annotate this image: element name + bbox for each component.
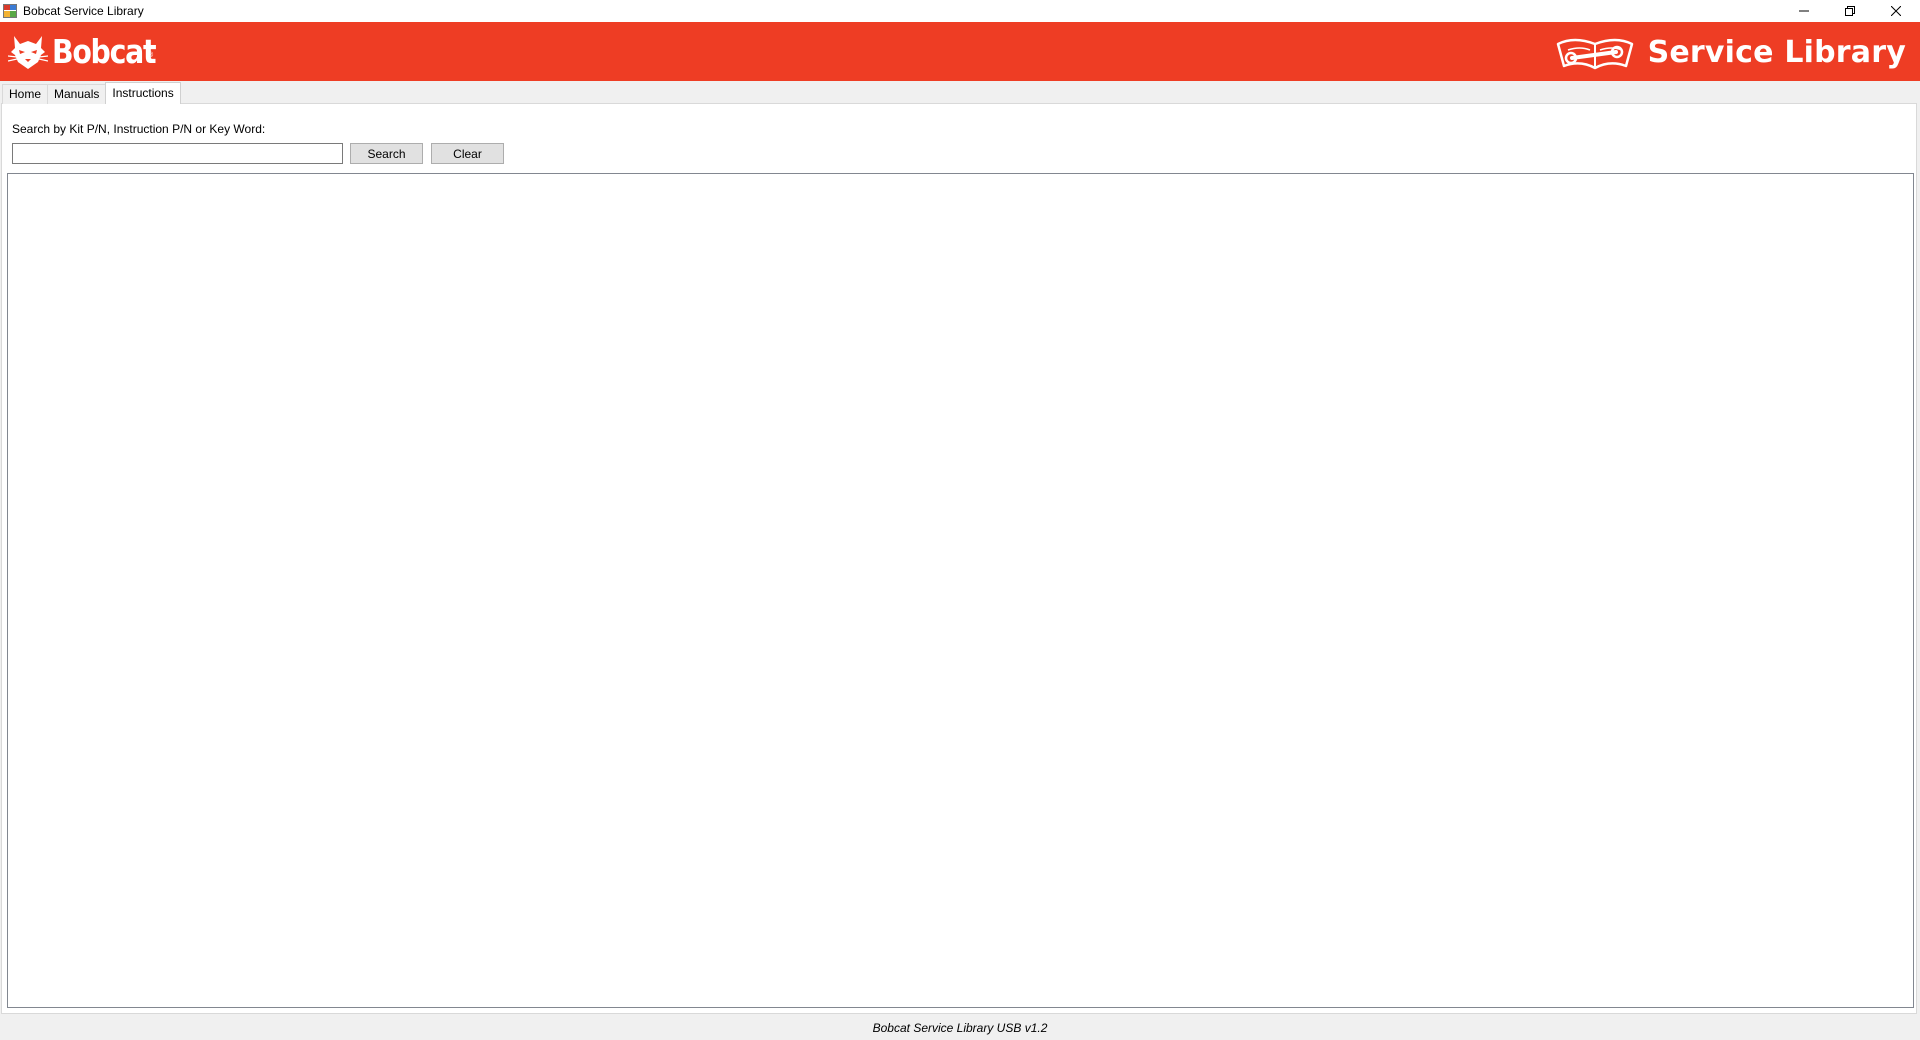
title-bar[interactable]: Bobcat Service Library bbox=[0, 0, 1920, 22]
app-icon bbox=[3, 4, 17, 18]
search-label: Search by Kit P/N, Instruction P/N or Ke… bbox=[12, 122, 266, 136]
tab-instructions[interactable]: Instructions bbox=[105, 82, 181, 104]
close-button[interactable] bbox=[1873, 0, 1919, 22]
search-button[interactable]: Search bbox=[350, 143, 423, 164]
tab-manuals[interactable]: Manuals bbox=[47, 84, 107, 104]
tab-strip: Home Manuals Instructions bbox=[2, 82, 181, 104]
bobcat-head-icon bbox=[8, 36, 48, 69]
registered-mark: ® bbox=[148, 52, 154, 59]
clear-button[interactable]: Clear bbox=[431, 143, 504, 164]
status-bar: Bobcat Service Library USB v1.2 bbox=[0, 1016, 1920, 1040]
restore-button[interactable] bbox=[1827, 0, 1873, 22]
service-library-logo: Service Library bbox=[1554, 30, 1906, 74]
restore-icon bbox=[1845, 6, 1855, 16]
brand-header: Bobcat ® Service Library bbox=[0, 22, 1920, 81]
minimize-button[interactable] bbox=[1781, 0, 1827, 22]
minimize-icon bbox=[1799, 10, 1809, 12]
application-window: Bobcat Service Library Bobcat ® Service … bbox=[0, 0, 1920, 1040]
close-icon bbox=[1891, 6, 1901, 16]
results-panel[interactable] bbox=[7, 173, 1914, 1008]
tab-home[interactable]: Home bbox=[2, 84, 49, 104]
version-text: Bobcat Service Library USB v1.2 bbox=[872, 1021, 1048, 1035]
search-input[interactable] bbox=[12, 143, 343, 164]
brand-name: Bobcat bbox=[52, 32, 157, 71]
library-title: Service Library bbox=[1647, 34, 1906, 70]
window-title: Bobcat Service Library bbox=[23, 4, 144, 18]
open-book-wrench-icon bbox=[1556, 38, 1633, 70]
